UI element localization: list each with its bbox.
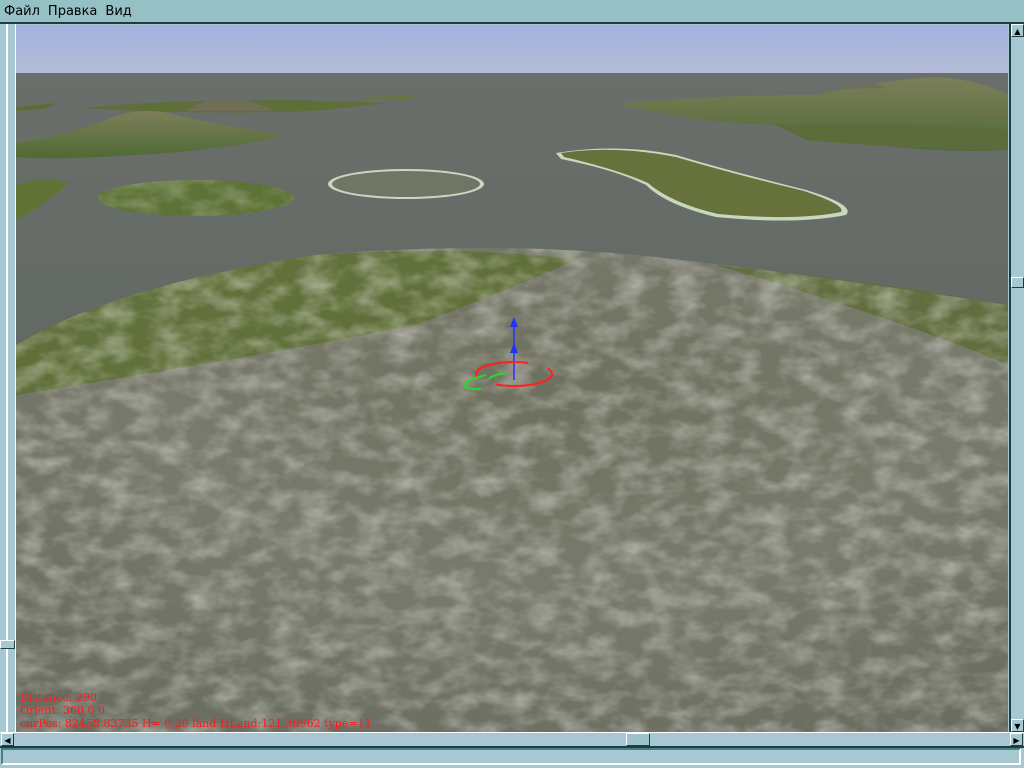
scroll-right-icon[interactable]: ▶	[1010, 733, 1023, 746]
menu-view[interactable]: Вид	[101, 4, 135, 19]
scroll-track	[6, 24, 8, 732]
status-bar	[1, 748, 1021, 765]
scroll-left-icon[interactable]: ◀	[1, 733, 14, 746]
horizontal-scrollbar[interactable]: ◀ ▶	[0, 732, 1024, 748]
position-readout: curPos: 82458 83735 H= 0.20 land HLand:1…	[20, 717, 372, 730]
scroll-thumb[interactable]	[1011, 277, 1024, 288]
menu-edit[interactable]: Правка	[44, 4, 101, 19]
hud-readout: Distance: 290 Orient: 360 0 0 curPos: 82…	[20, 691, 372, 730]
scroll-thumb[interactable]	[0, 640, 15, 649]
scroll-thumb[interactable]	[626, 733, 650, 746]
scroll-down-icon[interactable]: ▼	[1011, 719, 1024, 732]
right-vertical-scrollbar[interactable]: ▲ ▼	[1009, 24, 1024, 732]
orient-readout: Orient: 360 0 0	[20, 704, 105, 717]
scroll-up-icon[interactable]: ▲	[1011, 24, 1024, 37]
left-vertical-scrollbar[interactable]	[0, 24, 16, 732]
3d-terrain-viewport[interactable]: Distance: 290 Orient: 360 0 0 curPos: 82…	[16, 25, 1008, 732]
distance-readout: Distance: 290	[20, 691, 97, 704]
terrain-scene	[16, 25, 1008, 732]
menu-file[interactable]: Файл	[0, 4, 44, 19]
menu-bar: Файл Правка Вид	[0, 0, 1024, 24]
